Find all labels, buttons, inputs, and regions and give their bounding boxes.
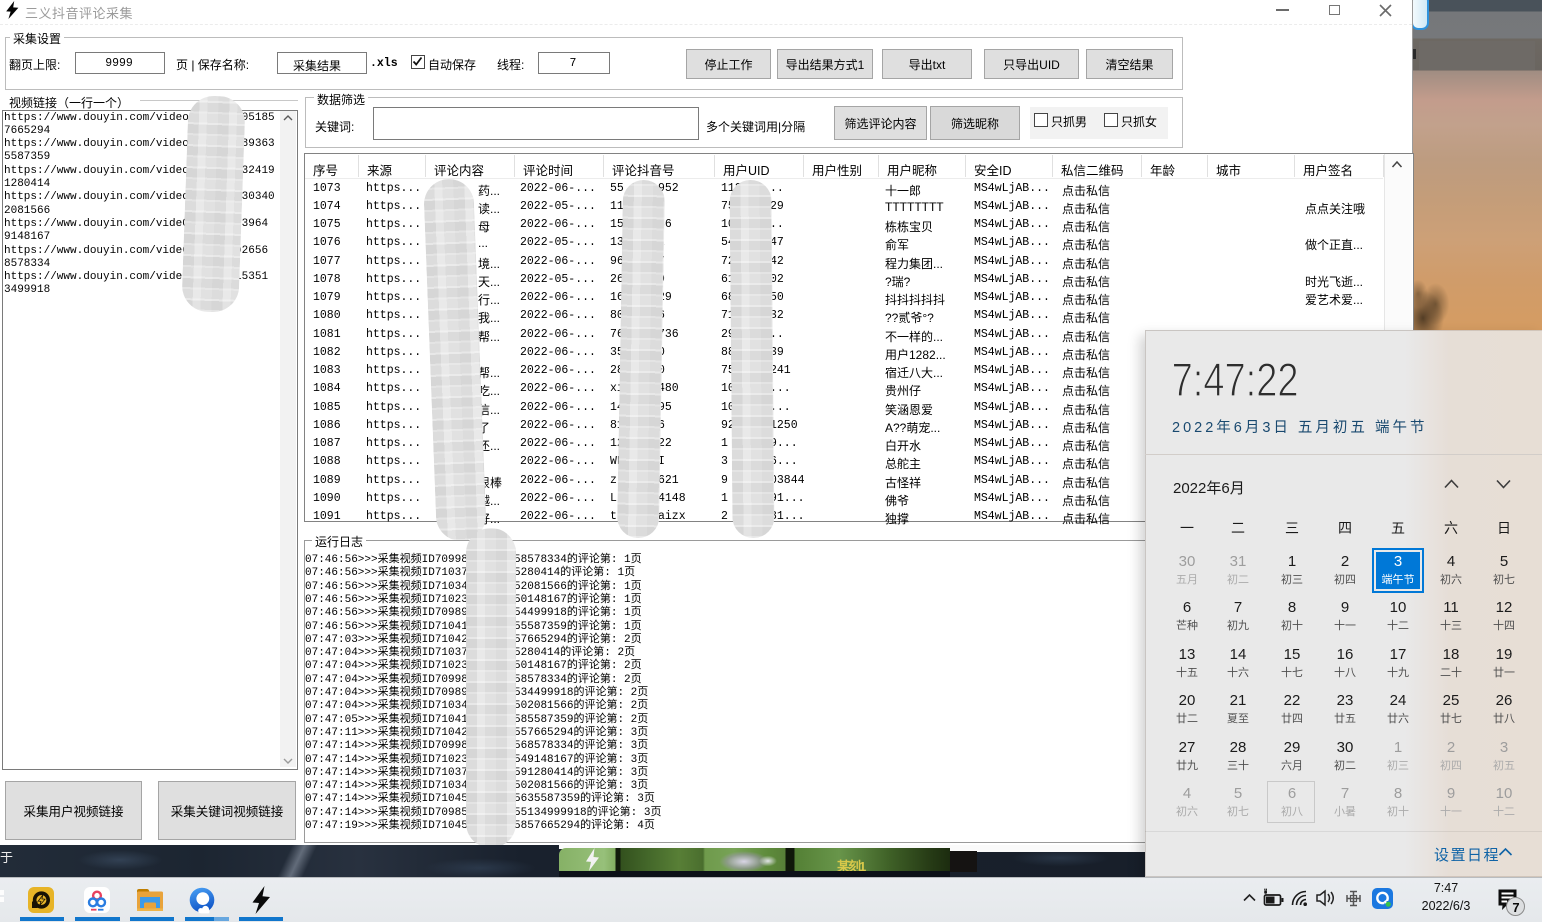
svg-text:7:47:22: 7:47:22 [1172,355,1299,405]
